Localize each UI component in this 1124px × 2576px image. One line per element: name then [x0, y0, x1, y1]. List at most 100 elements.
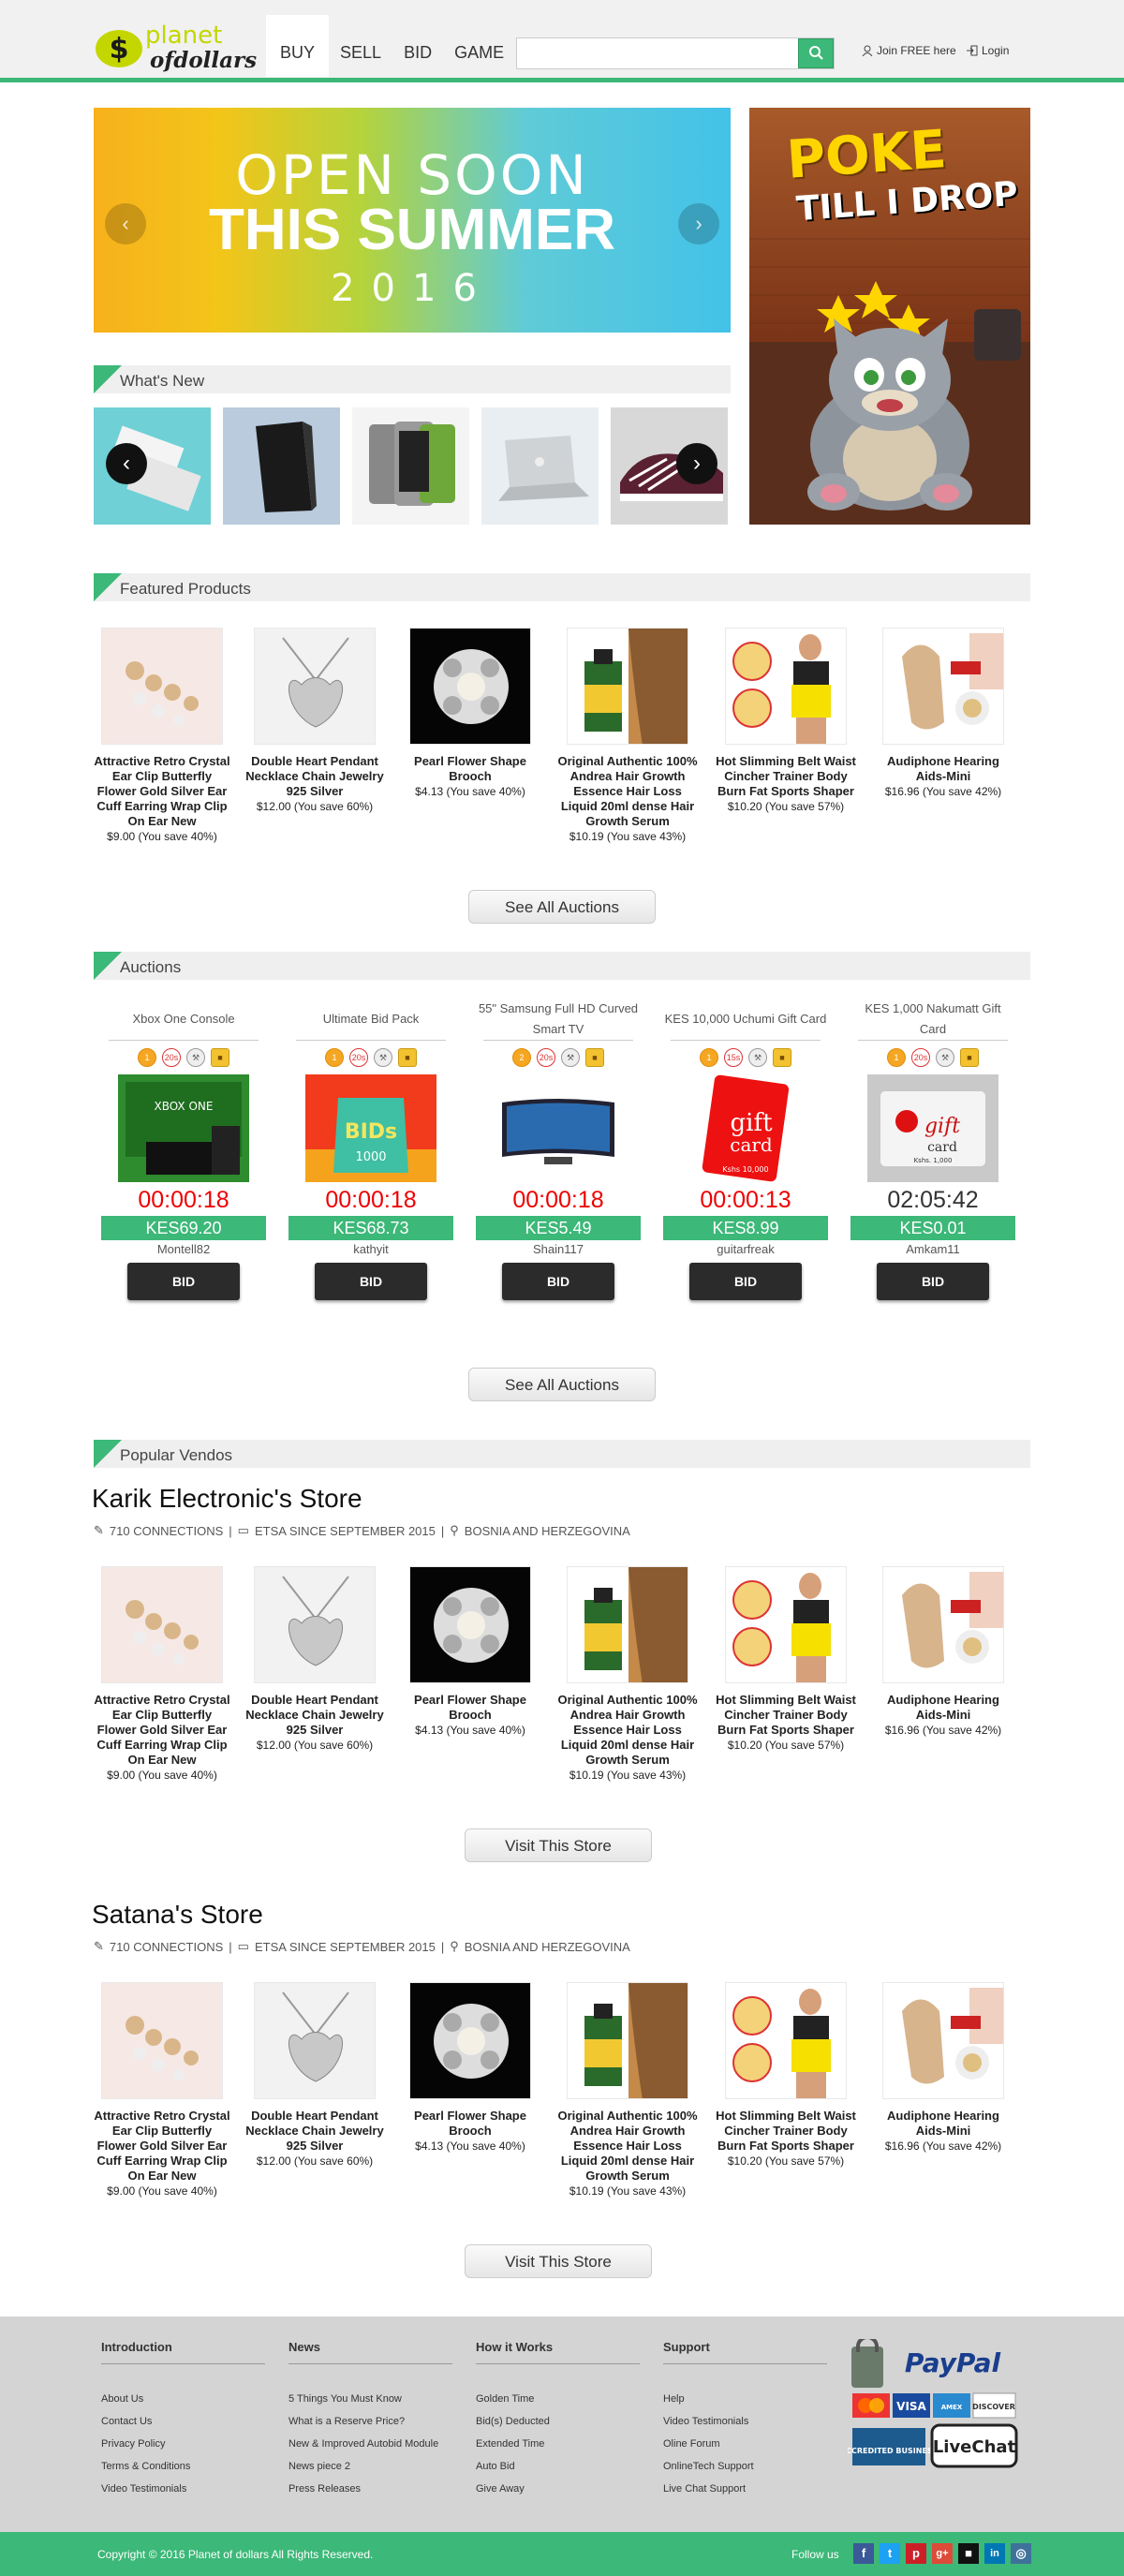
product-image[interactable]: [254, 1566, 376, 1683]
product-card[interactable]: Pearl Flower Shape Brooch $4.13 (You save…: [400, 1982, 540, 2154]
product-card[interactable]: Double Heart Pendant Necklace Chain Jewe…: [244, 1566, 385, 1753]
product-name[interactable]: Double Heart Pendant Necklace Chain Jewe…: [244, 754, 385, 799]
product-name[interactable]: Original Authentic 100% Andrea Hair Grow…: [557, 1693, 698, 1768]
product-image[interactable]: [409, 1982, 531, 2099]
footer-link[interactable]: What is a Reserve Price?: [288, 2410, 452, 2433]
product-card[interactable]: Attractive Retro Crystal Ear Clip Butter…: [92, 1566, 232, 1783]
whats-new-item[interactable]: [352, 407, 469, 525]
whats-new-item[interactable]: [481, 407, 599, 525]
product-card[interactable]: Attractive Retro Crystal Ear Clip Butter…: [92, 1982, 232, 2198]
product-card[interactable]: Original Authentic 100% Andrea Hair Grow…: [557, 628, 698, 844]
product-image[interactable]: [725, 1566, 847, 1683]
auction-card[interactable]: KES 1,000 Nakumatt Gift Card 1 20s ⚒ ■ gift…: [850, 999, 1015, 1300]
product-name[interactable]: Pearl Flower Shape Brooch: [400, 2109, 540, 2139]
join-link[interactable]: Join FREE here: [862, 44, 956, 57]
footer-link[interactable]: About Us: [101, 2388, 265, 2410]
product-image[interactable]: [882, 1982, 1004, 2099]
product-image[interactable]: [725, 1982, 847, 2099]
hero-banner[interactable]: OPEN SOON THIS SUMMER 2016 ‹ ›: [94, 108, 731, 333]
footer-link[interactable]: Video Testimonials: [101, 2478, 265, 2500]
product-card[interactable]: Double Heart Pendant Necklace Chain Jewe…: [244, 1982, 385, 2169]
visit-store-button[interactable]: Visit This Store: [465, 2244, 652, 2278]
game-ad[interactable]: POKE TILL I DROP: [749, 108, 1030, 525]
instagram-icon[interactable]: ◎: [1011, 2543, 1031, 2564]
product-name[interactable]: Hot Slimming Belt Waist Cincher Trainer …: [716, 1693, 856, 1738]
nav-game[interactable]: GAME: [443, 15, 515, 77]
product-name[interactable]: Double Heart Pendant Necklace Chain Jewe…: [244, 2109, 385, 2154]
footer-link[interactable]: Terms & Conditions: [101, 2455, 265, 2478]
product-card[interactable]: Pearl Flower Shape Brooch $4.13 (You save…: [400, 628, 540, 799]
twitter-icon[interactable]: t: [880, 2543, 900, 2564]
product-image[interactable]: [725, 628, 847, 745]
product-card[interactable]: Hot Slimming Belt Waist Cincher Trainer …: [716, 628, 856, 814]
footer-link[interactable]: News piece 2: [288, 2455, 452, 2478]
product-name[interactable]: Hot Slimming Belt Waist Cincher Trainer …: [716, 754, 856, 799]
auction-card[interactable]: 55" Samsung Full HD Curved Smart TV 2 20s…: [476, 999, 641, 1300]
bid-button[interactable]: BID: [502, 1263, 614, 1300]
product-name[interactable]: Audiphone Hearing Aids-Mini: [873, 754, 1013, 784]
auction-card[interactable]: Xbox One Console 1 20s ⚒ ■ XBOX ONE 00:00:1…: [101, 999, 266, 1300]
product-image[interactable]: [101, 628, 223, 745]
site-logo[interactable]: $ planet ofdollars: [94, 21, 258, 75]
myspace-icon[interactable]: ■: [958, 2543, 979, 2564]
login-link[interactable]: Login: [967, 44, 1009, 57]
product-image[interactable]: [409, 1566, 531, 1683]
product-name[interactable]: Pearl Flower Shape Brooch: [400, 754, 540, 784]
auction-card[interactable]: Ultimate Bid Pack 1 20s ⚒ ■ BIDs 1000 00:00:…: [288, 999, 453, 1300]
banner-next-button[interactable]: ›: [678, 203, 719, 244]
product-name[interactable]: Attractive Retro Crystal Ear Clip Butter…: [92, 2109, 232, 2184]
product-card[interactable]: Audiphone Hearing Aids-Mini $16.96 (You s…: [873, 1566, 1013, 1738]
product-name[interactable]: Audiphone Hearing Aids-Mini: [873, 1693, 1013, 1723]
product-card[interactable]: Original Authentic 100% Andrea Hair Grow…: [557, 1566, 698, 1783]
nav-buy[interactable]: BUY: [266, 15, 330, 77]
bid-button[interactable]: BID: [877, 1263, 989, 1300]
product-name[interactable]: Audiphone Hearing Aids-Mini: [873, 2109, 1013, 2139]
store-name[interactable]: Karik Electronic's Store: [92, 1484, 362, 1514]
see-all-auctions-button[interactable]: See All Auctions: [468, 1368, 656, 1401]
footer-link[interactable]: Give Away: [476, 2478, 640, 2500]
product-name[interactable]: Original Authentic 100% Andrea Hair Grow…: [557, 754, 698, 829]
product-image[interactable]: [882, 1566, 1004, 1683]
product-image[interactable]: [882, 628, 1004, 745]
product-card[interactable]: Audiphone Hearing Aids-Mini $16.96 (You s…: [873, 1982, 1013, 2154]
product-name[interactable]: Attractive Retro Crystal Ear Clip Butter…: [92, 754, 232, 829]
nav-sell[interactable]: SELL: [329, 15, 392, 77]
footer-link[interactable]: Contact Us: [101, 2410, 265, 2433]
banner-prev-button[interactable]: ‹: [105, 203, 146, 244]
footer-link[interactable]: Press Releases: [288, 2478, 452, 2500]
footer-link[interactable]: OnlineTech Support: [663, 2455, 827, 2478]
product-card[interactable]: Audiphone Hearing Aids-Mini $16.96 (You s…: [873, 628, 1013, 799]
footer-link[interactable]: Bid(s) Deducted: [476, 2410, 640, 2433]
product-image[interactable]: [101, 1566, 223, 1683]
bid-button[interactable]: BID: [689, 1263, 802, 1300]
product-image[interactable]: [254, 628, 376, 745]
footer-link[interactable]: Extended Time: [476, 2433, 640, 2455]
footer-link[interactable]: Video Testimonials: [663, 2410, 827, 2433]
product-image[interactable]: [567, 1566, 688, 1683]
footer-link[interactable]: Auto Bid: [476, 2455, 640, 2478]
pinterest-icon[interactable]: p: [906, 2543, 926, 2564]
footer-link[interactable]: Privacy Policy: [101, 2433, 265, 2455]
footer-link[interactable]: Live Chat Support: [663, 2478, 827, 2500]
googleplus-icon[interactable]: g+: [932, 2543, 953, 2564]
product-name[interactable]: Original Authentic 100% Andrea Hair Grow…: [557, 2109, 698, 2184]
product-image[interactable]: [101, 1982, 223, 2099]
footer-link[interactable]: Oline Forum: [663, 2433, 827, 2455]
product-card[interactable]: Hot Slimming Belt Waist Cincher Trainer …: [716, 1566, 856, 1753]
product-card[interactable]: Attractive Retro Crystal Ear Clip Butter…: [92, 628, 232, 844]
product-card[interactable]: Double Heart Pendant Necklace Chain Jewe…: [244, 628, 385, 814]
store-name[interactable]: Satana's Store: [92, 1900, 263, 1930]
search-input[interactable]: [516, 37, 835, 69]
product-card[interactable]: Hot Slimming Belt Waist Cincher Trainer …: [716, 1982, 856, 2169]
product-image[interactable]: [567, 628, 688, 745]
search-button[interactable]: [798, 38, 834, 68]
footer-link[interactable]: 5 Things You Must Know: [288, 2388, 452, 2410]
product-card[interactable]: Original Authentic 100% Andrea Hair Grow…: [557, 1982, 698, 2198]
product-image[interactable]: [254, 1982, 376, 2099]
nav-bid[interactable]: BID: [392, 15, 443, 77]
product-name[interactable]: Hot Slimming Belt Waist Cincher Trainer …: [716, 2109, 856, 2154]
whats-new-item[interactable]: [223, 407, 340, 525]
facebook-icon[interactable]: f: [853, 2543, 874, 2564]
product-image[interactable]: [567, 1982, 688, 2099]
linkedin-icon[interactable]: in: [984, 2543, 1005, 2564]
